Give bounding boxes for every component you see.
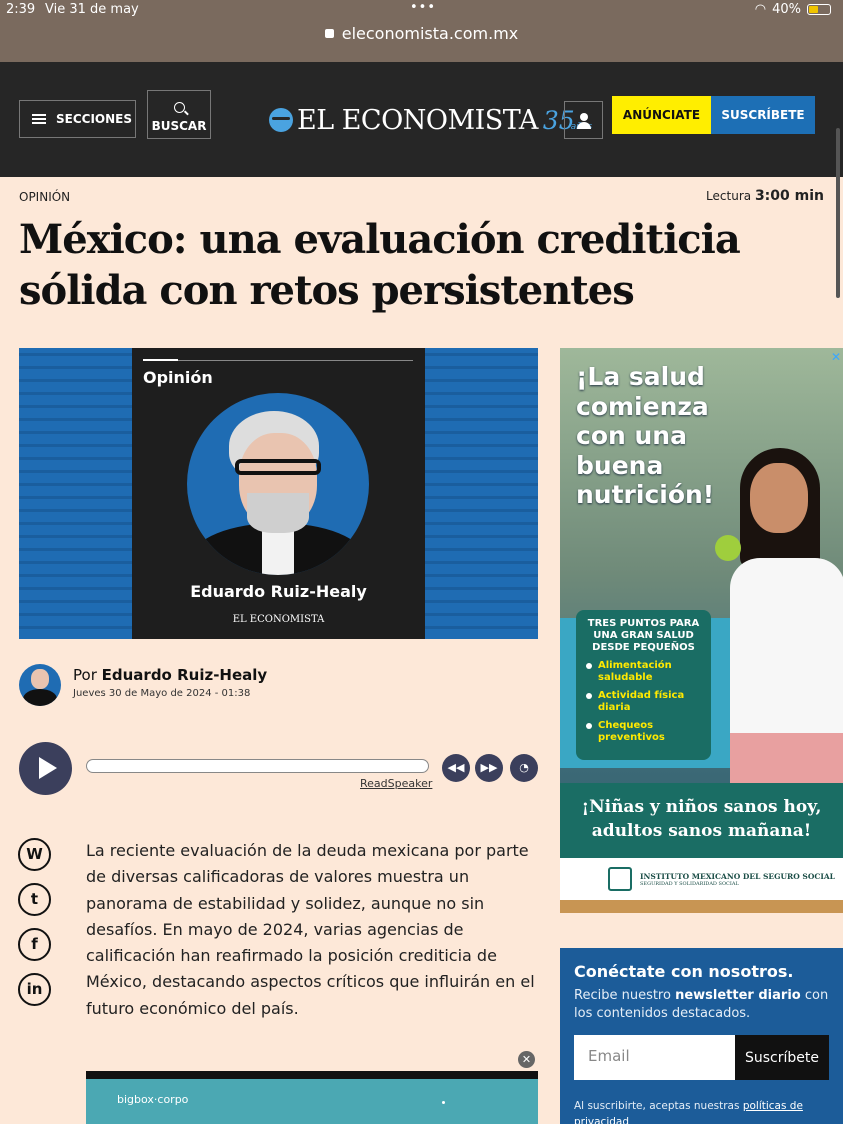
bottom-ad[interactable]: bigbox·corpo — [86, 1071, 538, 1124]
status-date: Vie 31 de may — [45, 2, 139, 17]
ad-photo-girl — [715, 443, 843, 783]
tip-item: Alimentación saludable — [582, 660, 705, 684]
legal-text: Al suscribirte, aceptas nuestras — [574, 1100, 740, 1112]
author-portrait — [187, 393, 369, 575]
sections-button[interactable]: SECCIONES — [19, 100, 136, 138]
side-ad-slogan: ¡Niñas y niños sanos hoy, adultos sanos … — [560, 783, 843, 858]
readspeaker-link[interactable]: ReadSpeaker — [360, 777, 432, 790]
newsletter-subscribe-button[interactable]: Suscríbete — [735, 1035, 829, 1080]
status-time: 2:39 — [6, 2, 36, 17]
hero-kicker: Opinión — [143, 368, 213, 387]
logo-name: EL ECONOMISTA — [297, 104, 538, 136]
sections-label: SECCIONES — [56, 112, 133, 126]
lock-icon — [324, 29, 334, 38]
slogan-line-2: adultos sanos mañana! — [591, 821, 812, 841]
newsletter-text-bold: newsletter diario — [675, 988, 801, 1003]
publish-date: Jueves 30 de Mayo de 2024 - 01:38 — [73, 688, 251, 699]
search-icon — [173, 102, 185, 113]
battery-percent: 40% — [772, 2, 801, 17]
rewind-button[interactable]: ◀◀ — [442, 754, 470, 782]
read-time: Lectura 3:00 min — [706, 188, 824, 204]
section-label[interactable]: OPINIÓN — [19, 190, 70, 204]
linkedin-icon[interactable]: in — [18, 973, 51, 1006]
imss-sub: SEGURIDAD Y SOLIDARIDAD SOCIAL — [640, 880, 739, 887]
audio-progress-bar[interactable] — [86, 759, 429, 773]
hero-author-name: Eduardo Ruiz-Healy — [190, 582, 367, 601]
imss-name: INSTITUTO MEXICANO DEL SEGURO SOCIAL — [640, 871, 835, 881]
tips-title: TRES PUNTOS PARA UNA GRAN SALUD DESDE PE… — [587, 618, 700, 653]
play-button[interactable] — [19, 742, 72, 795]
battery-icon — [807, 4, 831, 15]
search-label: BUSCAR — [151, 119, 207, 133]
wifi-icon: ◠ — [754, 2, 767, 17]
article-title: México: una evaluación crediticia sólida… — [19, 216, 741, 314]
article-lead: La reciente evaluación de la deuda mexic… — [86, 841, 535, 1018]
newsletter-box: Conéctate con nosotros. Recibe nuestro n… — [560, 948, 843, 1124]
side-ad-tips: TRES PUNTOS PARA UNA GRAN SALUD DESDE PE… — [576, 610, 711, 760]
close-ad-button[interactable]: ✕ — [518, 1051, 535, 1068]
multitask-dots[interactable]: ••• — [410, 0, 436, 15]
advertise-button[interactable]: ANÚNCIATE — [612, 96, 711, 134]
subscribe-button[interactable]: SUSCRÍBETE — [711, 96, 815, 134]
by-prefix: Por — [73, 666, 97, 684]
close-icon[interactable]: ✕ — [831, 350, 841, 364]
opinion-card: Opinión Eduardo Ruiz-Healy EL ECONOMISTA — [132, 348, 425, 639]
address-bar[interactable]: eleconomista.com.mx — [0, 24, 843, 43]
menu-icon — [32, 114, 46, 124]
side-ad[interactable]: ✕ ¡La salud comienza con una buena nutri… — [560, 348, 843, 913]
bottom-ad-label: bigbox·corpo — [117, 1093, 189, 1106]
author-avatar[interactable] — [19, 664, 61, 706]
globe-icon — [269, 108, 293, 132]
url-text: eleconomista.com.mx — [341, 24, 519, 43]
newsletter-heading: Conéctate con nosotros. — [574, 962, 794, 981]
whatsapp-icon[interactable]: W — [18, 838, 51, 871]
status-right: ◠ 40% — [755, 2, 831, 17]
hero-image: Opinión Eduardo Ruiz-Healy EL ECONOMISTA — [19, 348, 538, 639]
user-button[interactable] — [564, 101, 603, 139]
read-time-value: 3:00 min — [754, 188, 824, 204]
read-time-label: Lectura — [706, 189, 752, 203]
forward-button[interactable]: ▶▶ — [475, 754, 503, 782]
user-icon — [580, 113, 588, 121]
speed-button[interactable]: ◔ — [510, 754, 538, 782]
hero-brand: EL ECONOMISTA — [232, 614, 325, 625]
slogan-line-1: ¡Niñas y niños sanos hoy, — [581, 797, 822, 817]
imss-emblem-icon — [608, 867, 632, 891]
newsletter-text-pre: Recibe nuestro — [574, 988, 671, 1003]
tip-item: Chequeos preventivos — [582, 720, 705, 744]
scrollbar[interactable] — [836, 128, 840, 298]
site-header: SECCIONES BUSCAR EL ECONOMISTA 35 años A… — [0, 62, 843, 177]
facebook-icon[interactable]: f — [18, 928, 51, 961]
email-field[interactable]: Email — [574, 1035, 735, 1080]
twitter-icon[interactable]: t — [18, 883, 51, 916]
author-link[interactable]: Eduardo Ruiz-Healy — [102, 666, 268, 684]
byline: Por Eduardo Ruiz-Healy — [73, 666, 267, 684]
status-bar: 2:39 Vie 31 de may ••• ◠ 40% eleconomist… — [0, 0, 843, 62]
imss-logo: INSTITUTO MEXICANO DEL SEGURO SOCIAL SEG… — [560, 858, 843, 900]
newsletter-legal: Al suscribirte, aceptas nuestras polític… — [574, 1098, 834, 1124]
site-logo[interactable]: EL ECONOMISTA 35 años — [269, 100, 592, 140]
tip-item: Actividad física diaria — [582, 690, 705, 714]
search-button[interactable]: BUSCAR — [147, 90, 211, 139]
newsletter-text: Recibe nuestro newsletter diario con los… — [574, 987, 829, 1023]
